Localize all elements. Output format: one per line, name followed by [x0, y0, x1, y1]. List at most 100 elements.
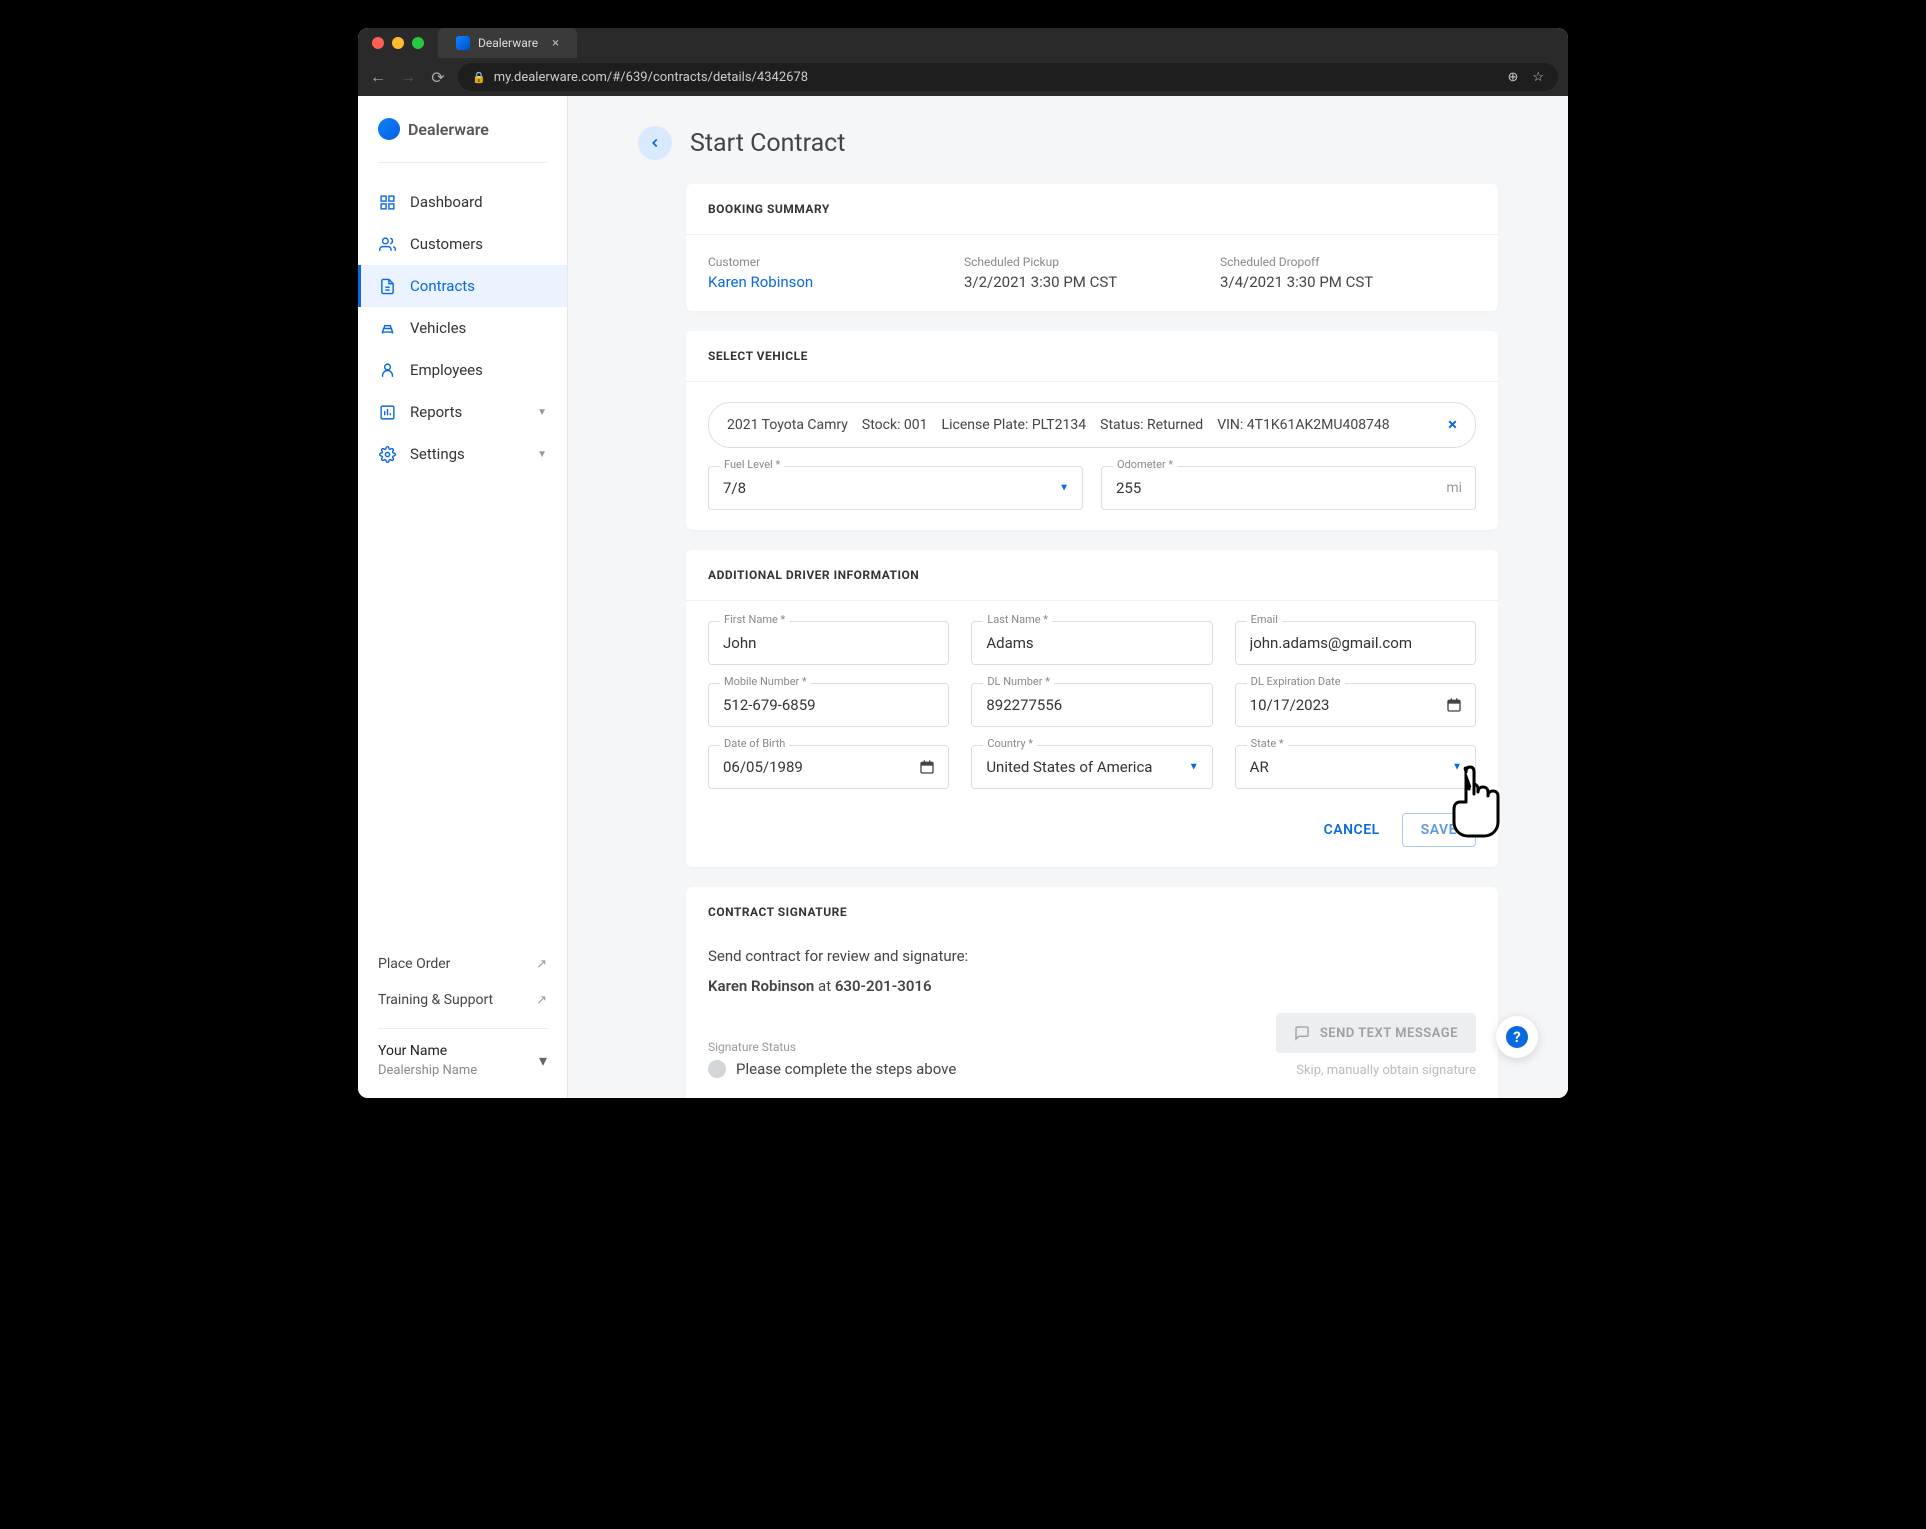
url-input[interactable]: 🔒 my.dealerware.com/#/639/contracts/deta… — [458, 63, 1558, 91]
divider — [378, 162, 547, 163]
country-label: Country * — [983, 737, 1037, 750]
save-button[interactable]: SAVE — [1402, 813, 1476, 847]
window-controls — [372, 37, 424, 49]
page-header: Start Contract — [638, 126, 1498, 160]
nav-forward-icon: → — [398, 67, 418, 87]
training-support-link[interactable]: Training & Support ↗ — [378, 982, 547, 1018]
back-button[interactable] — [638, 126, 672, 160]
country-select[interactable] — [971, 745, 1212, 789]
account-name: Your Name — [378, 1043, 477, 1059]
chat-icon — [1294, 1025, 1310, 1041]
dl-expiration-input[interactable] — [1235, 683, 1476, 727]
browser-tab[interactable]: Dealerware × — [438, 28, 577, 58]
sidebar-item-employees[interactable]: Employees — [358, 349, 567, 391]
minimize-window-icon[interactable] — [392, 37, 404, 49]
external-link-icon: ↗ — [536, 993, 547, 1008]
sidebar: Dealerware Dashboard Customers Contracts — [358, 96, 568, 1098]
customer-name-link[interactable]: Karen Robinson — [708, 273, 964, 291]
external-link-icon: ↗ — [536, 957, 547, 972]
vehicle-desc: 2021 Toyota Camry — [727, 417, 848, 433]
customer-label: Customer — [708, 255, 964, 269]
sidebar-item-settings[interactable]: Settings ▼ — [358, 433, 567, 475]
chevron-down-icon: ▼ — [537, 449, 547, 460]
last-name-input[interactable] — [971, 621, 1212, 665]
dropoff-label: Scheduled Dropoff — [1220, 255, 1476, 269]
fuel-level-select[interactable] — [708, 466, 1083, 510]
sidebar-item-contracts[interactable]: Contracts — [358, 265, 567, 307]
close-window-icon[interactable] — [372, 37, 384, 49]
browser-window: Dealerware × ← → ⟳ 🔒 my.dealerware.com/#… — [358, 28, 1568, 1098]
chevron-down-icon: ▾ — [539, 1051, 547, 1070]
last-name-label: Last Name * — [983, 613, 1052, 626]
sidebar-item-dashboard[interactable]: Dashboard — [358, 181, 567, 223]
first-name-label: First Name * — [720, 613, 789, 626]
svg-text:?: ? — [1513, 1028, 1520, 1046]
nav-label: Vehicles — [410, 319, 466, 337]
send-text-label: SEND TEXT MESSAGE — [1320, 1026, 1458, 1041]
vehicle-chip[interactable]: 2021 Toyota Camry Stock: 001 License Pla… — [708, 402, 1476, 448]
bookmark-icon[interactable]: ☆ — [1532, 70, 1544, 85]
employees-icon — [378, 361, 396, 379]
nav-back-icon[interactable]: ← — [368, 67, 388, 87]
lock-icon: 🔒 — [472, 71, 486, 84]
signature-status-text: Please complete the steps above — [736, 1060, 956, 1078]
card-heading: BOOKING SUMMARY — [686, 184, 1498, 235]
help-icon: ? — [1505, 1025, 1529, 1049]
dl-number-input[interactable] — [971, 683, 1212, 727]
account-menu[interactable]: Your Name Dealership Name ▾ — [378, 1043, 547, 1078]
state-select[interactable] — [1235, 745, 1476, 789]
sidebar-footer: Place Order ↗ Training & Support ↗ Your … — [358, 946, 567, 1098]
dealership-name: Dealership Name — [378, 1063, 477, 1078]
card-heading: ADDITIONAL DRIVER INFORMATION — [686, 550, 1498, 601]
sidebar-item-customers[interactable]: Customers — [358, 223, 567, 265]
contract-signature-card: CONTRACT SIGNATURE Send contract for rev… — [686, 887, 1498, 1098]
brand-name: Dealerware — [408, 120, 489, 139]
brand-logo[interactable]: Dealerware — [358, 96, 567, 154]
sidebar-item-vehicles[interactable]: Vehicles — [358, 307, 567, 349]
logo-icon — [378, 118, 400, 140]
cancel-button[interactable]: CANCEL — [1324, 822, 1380, 838]
nav-label: Customers — [410, 235, 483, 253]
odometer-input[interactable] — [1101, 466, 1476, 510]
signature-recipient: Karen Robinson at 630-201-3016 — [708, 977, 1476, 995]
url-text: my.dealerware.com/#/639/contracts/detail… — [494, 70, 808, 85]
mobile-input[interactable] — [708, 683, 949, 727]
vehicle-vin: VIN: 4T1K61AK2MU408748 — [1217, 417, 1389, 433]
maximize-window-icon[interactable] — [412, 37, 424, 49]
favicon-icon — [456, 36, 470, 50]
address-bar: ← → ⟳ 🔒 my.dealerware.com/#/639/contract… — [358, 58, 1568, 96]
zoom-icon[interactable]: ⊕ — [1507, 70, 1518, 85]
vehicle-status: Status: Returned — [1100, 417, 1203, 433]
vehicle-plate: License Plate: PLT2134 — [942, 417, 1087, 433]
driver-info-card: ADDITIONAL DRIVER INFORMATION First Name… — [686, 550, 1498, 867]
signature-status-label: Signature Status — [708, 1040, 956, 1054]
tab-title: Dealerware — [478, 36, 538, 50]
place-order-link[interactable]: Place Order ↗ — [378, 946, 547, 982]
contracts-icon — [378, 277, 396, 295]
booking-summary-card: BOOKING SUMMARY Customer Karen Robinson … — [686, 184, 1498, 311]
status-dot-icon — [708, 1060, 726, 1078]
clear-vehicle-icon[interactable]: × — [1448, 415, 1457, 435]
mobile-label: Mobile Number * — [720, 675, 811, 688]
help-fab-button[interactable]: ? — [1496, 1016, 1538, 1058]
footer-link-label: Place Order — [378, 956, 450, 972]
first-name-input[interactable] — [708, 621, 949, 665]
nav-label: Settings — [410, 445, 465, 463]
nav-label: Reports — [410, 403, 462, 421]
recipient-phone: 630-201-3016 — [835, 977, 932, 995]
nav: Dashboard Customers Contracts Vehicles E… — [358, 173, 567, 946]
close-tab-icon[interactable]: × — [552, 36, 559, 51]
email-input[interactable] — [1235, 621, 1476, 665]
gear-icon — [378, 445, 396, 463]
sidebar-item-reports[interactable]: Reports ▼ — [358, 391, 567, 433]
reload-icon[interactable]: ⟳ — [428, 67, 448, 87]
titlebar: Dealerware × — [358, 28, 1568, 58]
recipient-name: Karen Robinson — [708, 977, 814, 995]
nav-label: Dashboard — [410, 193, 483, 211]
reports-icon — [378, 403, 396, 421]
chevron-down-icon: ▼ — [537, 407, 547, 418]
dob-input[interactable] — [708, 745, 949, 789]
dashboard-icon — [378, 193, 396, 211]
dropoff-value: 3/4/2021 3:30 PM CST — [1220, 273, 1476, 291]
skip-signature-link[interactable]: Skip, manually obtain signature — [1276, 1063, 1476, 1078]
